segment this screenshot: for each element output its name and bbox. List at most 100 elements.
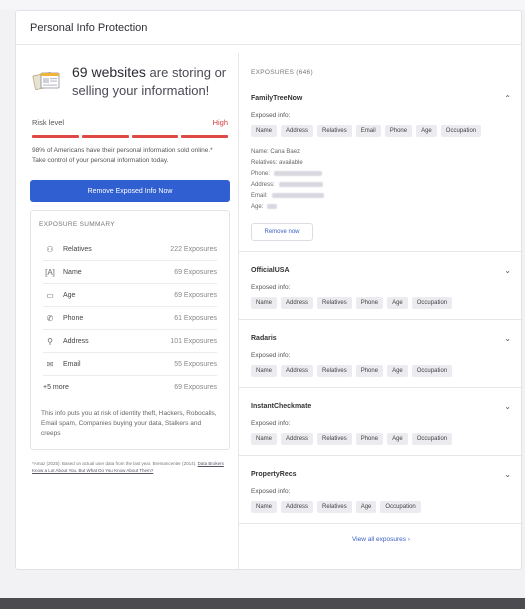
summary-row: ▭ Age 69 Exposures	[43, 284, 217, 307]
risk-segment	[81, 135, 129, 138]
detail-line: Email:	[251, 191, 511, 202]
summary-row: ⚇ Relatives 222 Exposures	[43, 238, 217, 261]
exposed-tag: Occupation	[380, 501, 421, 513]
exposed-tag: Relatives	[317, 501, 352, 513]
summary-row-label: Name	[63, 268, 82, 276]
exposed-tag: Relatives	[317, 365, 352, 377]
risk-note: 98% of Americans have their personal inf…	[32, 147, 213, 164]
exposed-info-label: Exposed info:	[251, 284, 291, 291]
exposed-tag: Age	[387, 433, 408, 445]
chevron-up-icon[interactable]: ⌃	[504, 94, 511, 103]
exposure-summary: EXPOSURE SUMMARY ⚇ Relatives 222 Exposures…	[30, 210, 230, 450]
chevron-down-icon[interactable]: ⌄	[504, 266, 511, 275]
summary-row: ✆ Phone 61 Exposures	[43, 307, 217, 330]
summary-row: +5 more 69 Exposures	[43, 376, 217, 399]
risk-segment	[32, 135, 79, 138]
summary-row-label: Phone	[63, 314, 84, 322]
exposed-tag: Age	[387, 297, 408, 309]
calendar-icon: ▭	[46, 290, 54, 300]
detail-line: Relatives: available	[251, 158, 511, 169]
summary-row-label: Age	[63, 291, 76, 299]
summary-note: This info puts you at risk of identity t…	[41, 410, 217, 437]
risk-row: Risk level High	[32, 118, 228, 127]
exposed-tag: Name	[251, 125, 278, 137]
site-details: Name: Cana Baez Relatives: available Phone…	[251, 147, 511, 213]
exposed-info-label: Exposed info:	[251, 112, 291, 119]
detail-text: Email:	[251, 193, 268, 199]
summary-row-label: Relatives	[63, 245, 92, 253]
exposed-tag: Address	[281, 297, 314, 309]
risk-segment	[131, 135, 179, 138]
summary-row-label: +5 more	[43, 384, 69, 391]
exposed-tag: Address	[281, 365, 314, 377]
remove-now-button[interactable]: Remove now	[251, 223, 313, 241]
footnote: *Amaz (2025): Based on actual user data …	[30, 460, 230, 474]
risk-level: Risk level High 98% of Americans have th…	[30, 118, 230, 166]
redacted-value	[271, 192, 324, 198]
hero-count: 69 websites	[72, 64, 146, 80]
detail-text: Name: Cana Baez	[251, 149, 301, 155]
summary-row-count: 61 Exposures	[174, 314, 217, 322]
exposed-tag: Occupation	[411, 433, 453, 445]
exposed-tag: Occupation	[411, 365, 453, 377]
view-all-exposures-link[interactable]: View all exposures ›	[239, 524, 523, 555]
browser-windows-icon	[32, 69, 62, 93]
redacted-value	[267, 203, 278, 209]
chevron-down-icon[interactable]: ⌄	[504, 470, 511, 479]
exposed-tags: Name Address Relatives Phone Age Occupation	[251, 297, 511, 309]
left-column: 69 websites are storing or selling your …	[30, 59, 230, 474]
detail-line: Name: Cana Baez	[251, 147, 511, 158]
detail-text: Relatives: available	[251, 160, 303, 166]
exposed-tag: Age	[387, 365, 408, 377]
exposed-tags: Name Address Relatives Phone Age Occupation	[251, 433, 511, 445]
chevron-down-icon[interactable]: ⌄	[504, 334, 511, 343]
detail-line: Phone:	[251, 169, 511, 180]
summary-row-count: 222 Exposures	[170, 245, 217, 253]
summary-row-count: 69 Exposures	[174, 384, 217, 391]
exposure-site: InstantCheckmate ⌄ Exposed info: Name Addres…	[239, 388, 523, 456]
exposed-tag: Name	[251, 365, 278, 377]
address-icon: ⚲	[47, 336, 53, 346]
exposed-tags: Name Address Relatives Phone Age Occupation	[251, 365, 511, 377]
exposed-tag: Address	[281, 433, 314, 445]
exposed-tag: Age	[355, 501, 377, 513]
exposed-tags: Name Address Relatives Age Occupation	[251, 501, 511, 513]
exposures-panel: EXPOSURES (646) FamilyTreeNow ⌃ Exposed in…	[238, 53, 523, 569]
phone-icon: ✆	[46, 313, 54, 323]
exposed-tag: Name	[251, 501, 278, 513]
redacted-value	[278, 181, 323, 187]
exposed-tag: Name	[251, 433, 278, 445]
site-header[interactable]: FamilyTreeNow ⌃	[251, 90, 511, 106]
exposed-info-label: Exposed info:	[251, 352, 291, 359]
site-header[interactable]: PropertyRecs ⌄	[251, 466, 511, 482]
exposed-tag: Relatives	[317, 125, 352, 137]
exposure-site: OfficialUSA ⌄ Exposed info: Name Address Rela…	[239, 252, 523, 320]
exposed-tag: Phone	[355, 433, 384, 445]
redacted-value	[274, 170, 323, 176]
personal-info-card: Personal Info Protection 69 websites are…	[15, 10, 523, 570]
chevron-down-icon[interactable]: ⌄	[504, 402, 511, 411]
site-header[interactable]: OfficialUSA ⌄	[251, 262, 511, 278]
site-name: OfficialUSA	[251, 266, 290, 274]
site-header[interactable]: InstantCheckmate ⌄	[251, 398, 511, 414]
bottom-bar	[0, 598, 525, 609]
summary-row-label: Email	[63, 360, 81, 368]
exposures-header: EXPOSURES (646)	[251, 69, 313, 76]
summary-row: [A] Name 69 Exposures	[43, 261, 217, 284]
detail-text: Phone:	[251, 171, 271, 177]
risk-segment	[181, 135, 228, 138]
detail-text: Address:	[251, 182, 275, 188]
remove-exposed-info-button[interactable]: Remove Exposed Info Now	[30, 180, 230, 202]
summary-row-count: 69 Exposures	[174, 291, 217, 299]
email-icon: ✉	[46, 359, 54, 369]
site-name: FamilyTreeNow	[251, 94, 303, 102]
summary-row-label: Address	[63, 337, 89, 345]
risk-value: High	[212, 118, 228, 127]
risk-label: Risk level	[32, 118, 65, 127]
exposure-site: FamilyTreeNow ⌃ Exposed info: Name Address Re…	[239, 84, 523, 252]
exposed-tag: Age	[416, 125, 437, 137]
detail-line: Address:	[251, 180, 511, 191]
exposed-tag: Phone	[355, 297, 384, 309]
exposure-site: Radaris ⌄ Exposed info: Name Address Relative…	[239, 320, 523, 388]
site-header[interactable]: Radaris ⌄	[251, 330, 511, 346]
